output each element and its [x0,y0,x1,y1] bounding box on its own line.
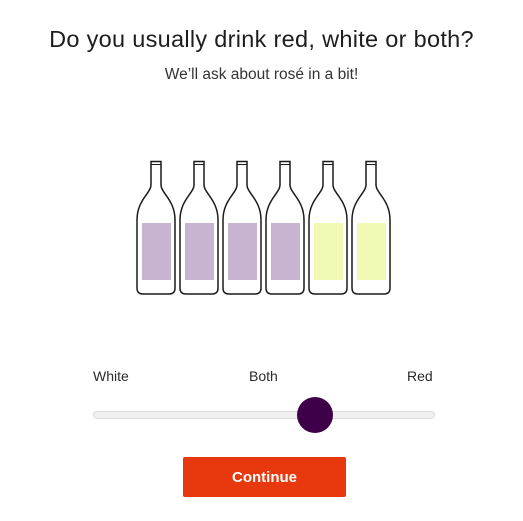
wine-bottle-icon [178,160,220,296]
preference-slider-track[interactable] [93,411,435,419]
wine-bottle-icon [307,160,349,296]
wine-bottle-icon [264,160,306,296]
bottle-preview [135,160,395,296]
wine-bottle-icon [350,160,392,296]
slider-label-both: Both [249,368,278,384]
page-title: Do you usually drink red, white or both? [49,26,474,52]
slider-label-red: Red [407,368,433,384]
preference-slider-thumb[interactable] [297,397,334,433]
continue-button[interactable]: Continue [183,457,346,497]
wine-bottle-icon [221,160,263,296]
wine-bottle-icon [135,160,177,296]
page-subtitle: We’ll ask about rosé in a bit! [164,66,359,83]
slider-label-white: White [93,368,129,384]
